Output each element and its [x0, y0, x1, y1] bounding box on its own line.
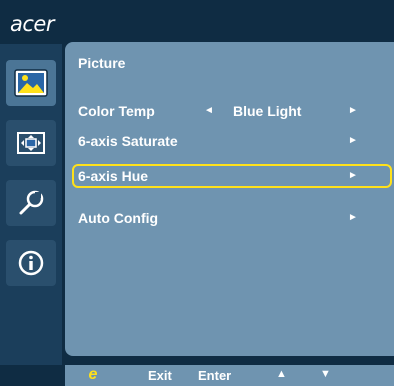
osd-menu: acer Picture Color Temp ◄ Blue Light ► 6… — [0, 0, 394, 386]
info-icon — [14, 248, 48, 278]
right-arrow-icon[interactable]: ► — [348, 135, 358, 146]
enter-button[interactable]: Enter — [198, 368, 231, 383]
sidebar-item-display[interactable] — [6, 120, 56, 166]
exit-button[interactable]: Exit — [148, 368, 172, 383]
down-arrow-icon[interactable]: ▼ — [320, 368, 331, 380]
sidebar-item-settings[interactable] — [6, 180, 56, 226]
empowering-key-icon[interactable]: e — [84, 366, 102, 384]
menu-item-6-axis-hue[interactable]: 6-axis Hue ► — [72, 164, 392, 188]
display-position-icon — [14, 128, 48, 158]
sidebar-item-info[interactable] — [6, 240, 56, 286]
menu-item-auto-config[interactable]: Auto Config ► — [78, 207, 394, 231]
picture-icon — [14, 68, 48, 98]
menu-item-6-axis-saturate[interactable]: 6-axis Saturate ► — [78, 130, 394, 154]
menu-item-color-temp[interactable]: Color Temp ◄ Blue Light ► — [78, 100, 394, 124]
menu-item-label: Color Temp — [78, 103, 155, 119]
right-arrow-icon[interactable]: ► — [348, 212, 358, 223]
up-arrow-icon[interactable]: ▲ — [276, 368, 287, 380]
acer-logo: acer — [10, 12, 54, 36]
sidebar — [0, 44, 62, 365]
menu-item-label: 6-axis Hue — [78, 168, 149, 184]
menu-panel — [65, 42, 394, 356]
sidebar-item-picture[interactable] — [6, 60, 56, 106]
page-title: Picture — [78, 55, 126, 71]
key-guide-bar: e Exit Enter ▲ ▼ — [65, 365, 394, 386]
menu-item-label: 6-axis Saturate — [78, 133, 178, 149]
left-arrow-icon[interactable]: ◄ — [204, 105, 214, 116]
menu-item-value: Blue Light — [233, 103, 302, 119]
right-arrow-icon[interactable]: ► — [348, 170, 358, 181]
menu-item-label: Auto Config — [78, 210, 159, 226]
right-arrow-icon[interactable]: ► — [348, 105, 358, 116]
settings-wrench-icon — [14, 188, 48, 218]
